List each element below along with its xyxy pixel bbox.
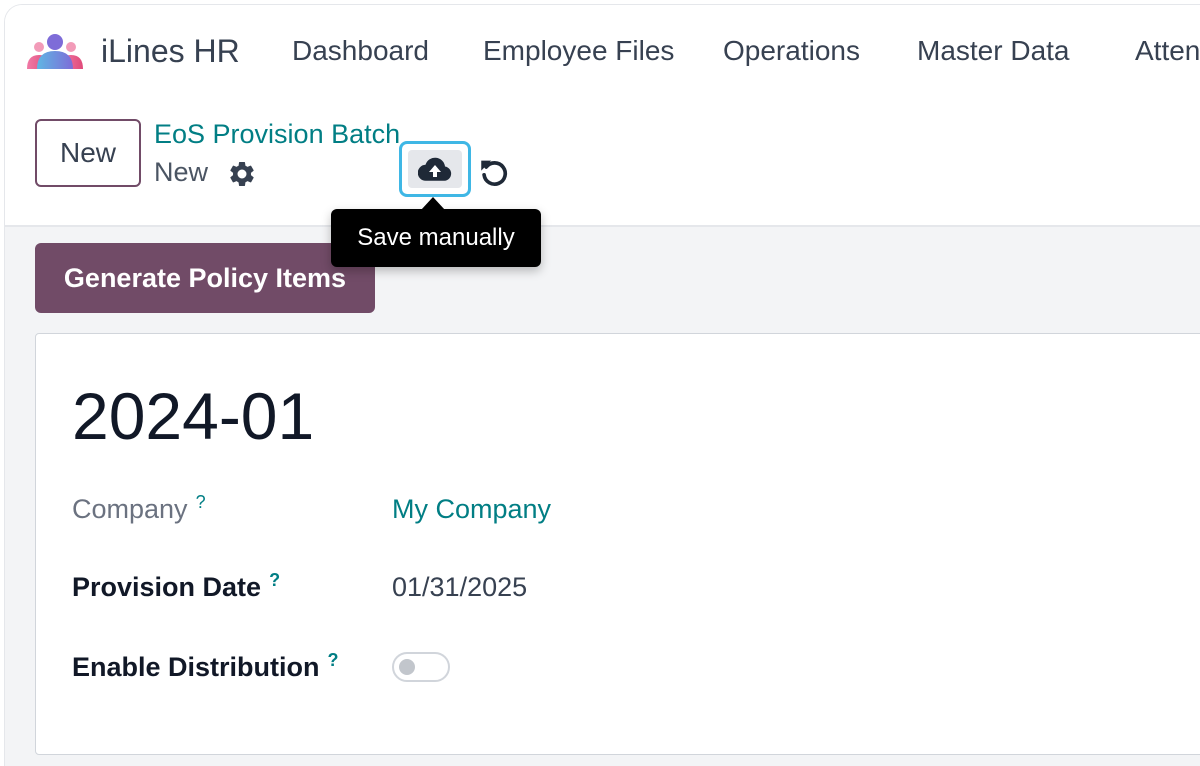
- gear-icon[interactable]: [227, 159, 257, 189]
- provision-date-label-text: Provision Date: [72, 572, 262, 602]
- new-record-button[interactable]: New: [35, 119, 141, 187]
- nav-item-employee-files[interactable]: Employee Files: [483, 35, 674, 67]
- nav-item-attendance[interactable]: Attendance: [1135, 35, 1200, 67]
- form-content-area: Generate Policy Items 2024-01 Company? M…: [5, 227, 1200, 766]
- control-panel: New EoS Provision Batch New: [5, 97, 1200, 227]
- company-field[interactable]: My Company: [392, 494, 551, 525]
- form-sheet: 2024-01 Company? My Company Provision Da…: [35, 333, 1200, 755]
- cloud-upload-icon: [418, 157, 452, 181]
- generate-policy-items-button[interactable]: Generate Policy Items: [35, 243, 375, 313]
- company-label: Company?: [72, 492, 206, 525]
- enable-distribution-label-text: Enable Distribution: [72, 652, 320, 682]
- nav-item-master-data[interactable]: Master Data: [917, 35, 1070, 67]
- provision-date-help-icon[interactable]: ?: [269, 570, 280, 590]
- provision-date-label: Provision Date?: [72, 570, 280, 603]
- provision-date-field[interactable]: 01/31/2025: [392, 572, 527, 603]
- app-window: iLines HR Dashboard Employee Files Opera…: [4, 4, 1200, 766]
- breadcrumb-parent-link[interactable]: EoS Provision Batch: [154, 119, 400, 150]
- nav-item-dashboard[interactable]: Dashboard: [292, 35, 429, 67]
- breadcrumb-current-record: New: [154, 157, 209, 187]
- enable-distribution-toggle[interactable]: [392, 652, 450, 682]
- nav-item-operations[interactable]: Operations: [723, 35, 860, 67]
- toggle-knob: [399, 659, 415, 675]
- enable-distribution-label: Enable Distribution?: [72, 650, 339, 683]
- record-name-title[interactable]: 2024-01: [72, 378, 314, 454]
- save-tooltip: Save manually: [331, 209, 541, 267]
- app-brand-name: iLines HR: [101, 33, 240, 69]
- company-label-text: Company: [72, 494, 188, 524]
- users-logo-icon[interactable]: [25, 29, 85, 73]
- save-button-background: [408, 150, 462, 188]
- discard-changes-icon[interactable]: [477, 155, 511, 189]
- company-help-icon[interactable]: ?: [196, 492, 206, 512]
- enable-distribution-help-icon[interactable]: ?: [328, 650, 339, 670]
- save-manually-button[interactable]: [399, 141, 471, 197]
- top-navbar: iLines HR Dashboard Employee Files Opera…: [5, 5, 1200, 97]
